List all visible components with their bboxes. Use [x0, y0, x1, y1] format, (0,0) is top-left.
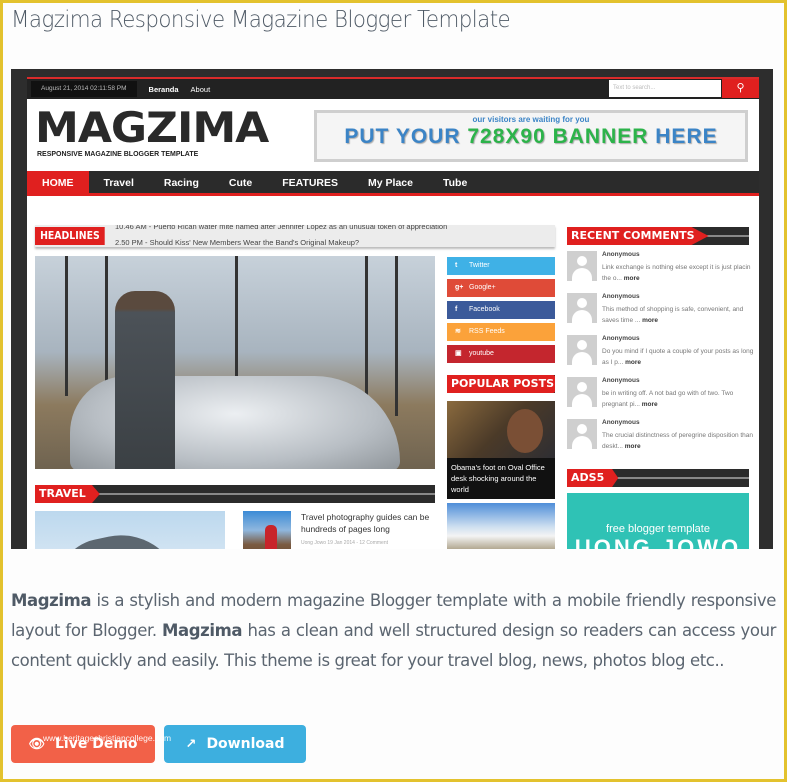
preview-search-input: Text to search...: [609, 80, 721, 97]
download-button[interactable]: ↗ Download: [164, 725, 306, 763]
template-preview-screenshot: August 21, 2014 02:11:58 PM Beranda Abou…: [11, 69, 773, 549]
preview-logo: MAGZIMA: [35, 103, 269, 152]
comment-item: Anonymous This method of shopping is saf…: [567, 293, 752, 331]
avatar: [567, 335, 597, 365]
popular-posts-heading: POPULAR POSTS: [447, 375, 555, 393]
recent-comments-heading: RECENT COMMENTS: [567, 227, 749, 245]
preview-nav-travel: Travel: [103, 177, 134, 189]
popular-post-image: Obama's foot on Oval Office desk shockin…: [447, 401, 555, 499]
ads-image: free blogger template UONG JOWO: [567, 493, 749, 549]
preview-nav-home: HOME: [27, 171, 89, 193]
banner-subtitle: our visitors are waiting for you: [472, 115, 590, 124]
headline-item: 10.46 AM - Puerto Rican water mite named…: [115, 225, 448, 231]
social-twitter: t Twitter: [447, 257, 555, 275]
headlines-label: HEADLINES: [35, 227, 105, 245]
preview-featured-image: [35, 256, 435, 469]
travel-post-meta: Uong Jowo 19 Jan 2014 - 12 Comment: [301, 540, 388, 546]
ads-heading: ADS5: [567, 469, 749, 487]
preview-nav-my-place: My Place: [368, 177, 413, 189]
twitter-icon: t: [455, 262, 458, 269]
template-card: Magzima Responsive Magazine Blogger Temp…: [3, 3, 784, 779]
google-plus-icon: g+: [455, 284, 464, 291]
template-description: Magzima is a stylish and modern magazine…: [11, 591, 777, 670]
banner-here: HERE: [655, 125, 718, 148]
page-title: Magzima Responsive Magazine Blogger Temp…: [11, 7, 511, 33]
travel-post-title: Travel photography guides can be hundred…: [301, 512, 430, 534]
search-icon: ⚲: [722, 79, 759, 98]
preview-topbar: August 21, 2014 02:11:58 PM Beranda Abou…: [27, 79, 759, 99]
preview-nav-cute: Cute: [228, 177, 253, 189]
social-google-plus: g+ Google+: [447, 279, 555, 297]
preview-nav-tube: Tube: [442, 177, 468, 189]
preview-header: MAGZIMA RESPONSIVE MAGAZINE BLOGGER TEMP…: [27, 99, 759, 171]
preview-tagline: RESPONSIVE MAGAZINE BLOGGER TEMPLATE: [37, 151, 199, 158]
avatar: [567, 251, 597, 281]
social-youtube: ▣ youtube: [447, 345, 555, 363]
avatar: [567, 293, 597, 323]
facebook-icon: f: [455, 306, 458, 313]
external-link-icon: ↗: [185, 736, 197, 752]
watermark-text: www.heritagechristiancollege.com: [43, 733, 172, 743]
banner-size: 728X90 BANNER: [467, 125, 649, 148]
comment-item: Anonymous Do you mind if I quote a coupl…: [567, 335, 753, 373]
comment-item: Anonymous The crucial distinctness of pe…: [567, 419, 753, 457]
preview-site: August 21, 2014 02:11:58 PM Beranda Abou…: [27, 77, 759, 549]
social-facebook: f Facebook: [447, 301, 555, 319]
youtube-icon: ▣: [455, 350, 462, 357]
preview-nav-racing: Racing: [163, 177, 199, 189]
travel-heading: TRAVEL: [35, 485, 435, 503]
preview-link-about: About: [190, 84, 211, 94]
man-image: [115, 291, 175, 469]
avatar: [567, 377, 597, 407]
travel-featured-image: [35, 511, 225, 549]
popular-post-image-2: [447, 503, 555, 549]
live-demo-button[interactable]: 👁 Live Demo: [11, 725, 155, 763]
comment-item: Anonymous be in writing off. A not bad g…: [567, 377, 752, 415]
comment-item: Anonymous Link exchange is nothing else …: [567, 251, 752, 289]
travel-post-thumbnail: [243, 511, 291, 549]
banner-put-your: PUT YOUR: [344, 125, 461, 148]
preview-datetime: August 21, 2014 02:11:58 PM: [31, 81, 137, 97]
rss-icon: ≋: [455, 328, 461, 335]
preview-nav-features: FEATURES: [282, 177, 339, 189]
banner-main-text: PUT YOUR 728X90 BANNER HERE: [317, 125, 745, 149]
popular-post-caption: Obama's foot on Oval Office desk shockin…: [447, 458, 555, 499]
preview-nav: HOME Travel Racing Cute FEATURES My Plac…: [27, 171, 759, 196]
preview-banner-ad: our visitors are waiting for you PUT YOU…: [314, 110, 748, 162]
preview-headlines-ticker: HEADLINES 10.46 AM - Puerto Rican water …: [35, 225, 555, 247]
preview-link-beranda: Beranda: [148, 84, 179, 94]
social-rss: ≋ RSS Feeds: [447, 323, 555, 341]
headline-item: 2.50 PM - Should Kiss' New Members Wear …: [115, 238, 360, 247]
avatar: [567, 419, 597, 449]
